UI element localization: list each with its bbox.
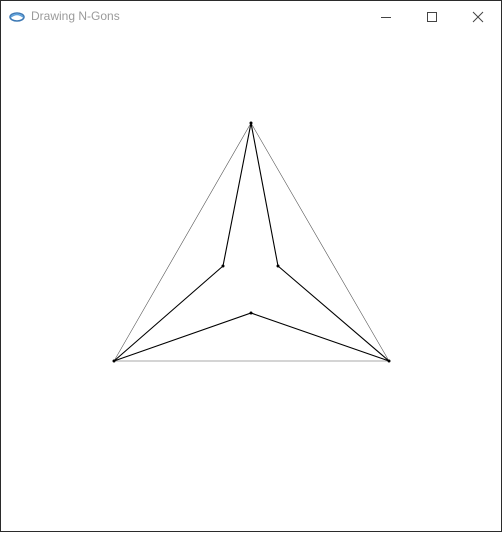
close-icon — [472, 11, 484, 22]
app-window: Drawing N-Gons — [0, 0, 502, 532]
vertex-inner-right — [276, 264, 280, 268]
vertex-bottom-right — [387, 359, 391, 363]
star-shape — [113, 122, 390, 362]
outer-edge-left — [113, 122, 252, 362]
vertex-inner-bottom — [249, 311, 253, 315]
maximize-icon — [427, 11, 437, 22]
close-button[interactable] — [455, 1, 501, 32]
app-icon — [9, 10, 25, 22]
outer-edge-right — [250, 122, 390, 362]
title-bar[interactable]: Drawing N-Gons — [1, 1, 501, 32]
vertex-top — [249, 121, 253, 125]
vertex-bottom-left — [112, 359, 116, 363]
ngon-drawing — [112, 121, 391, 363]
minimize-icon — [381, 16, 391, 18]
maximize-button[interactable] — [409, 1, 455, 32]
vertex-inner-left — [221, 264, 225, 268]
minimize-button[interactable] — [363, 1, 409, 32]
drawing-canvas[interactable] — [1, 32, 501, 531]
window-title: Drawing N-Gons — [31, 9, 120, 23]
